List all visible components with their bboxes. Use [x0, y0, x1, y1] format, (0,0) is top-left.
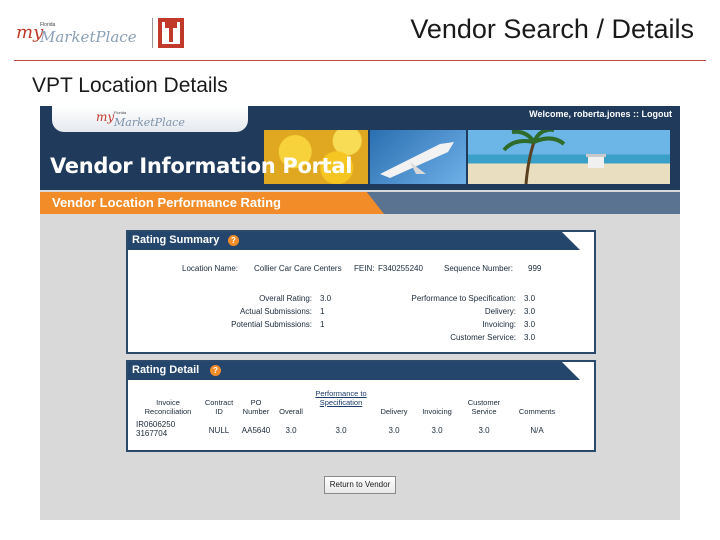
potential-submissions-value: 1 [320, 320, 325, 329]
slide-title: Vendor Search / Details [410, 14, 694, 44]
sequence-number-value: 999 [528, 264, 542, 273]
portal-title: Vendor Information Portal [50, 154, 353, 178]
cell-invoicing: 3.0 [431, 426, 443, 435]
title-divider [14, 60, 706, 61]
customer-service-label: Customer Service: [450, 333, 516, 342]
column-header-overall: Overall [279, 407, 303, 416]
section-header-title: Vendor Location Performance Rating [52, 195, 281, 210]
invoicing-label: Invoicing: [482, 320, 516, 329]
overall-rating-value: 3.0 [320, 294, 332, 303]
portal-logo: my Florida MarketPlace [52, 106, 248, 132]
performance-label: Performance to Specification: [411, 294, 517, 303]
sequence-number-label: Sequence Number: [444, 264, 513, 273]
location-name-label: Location Name: [182, 264, 239, 273]
delivery-value: 3.0 [524, 307, 536, 316]
cell-contract: NULL [208, 426, 230, 435]
cell-performance: 3.0 [335, 426, 347, 435]
column-header-delivery: Delivery [380, 407, 408, 416]
logo-marketplace-text: MarketPlace [39, 28, 137, 46]
potential-submissions-label: Potential Submissions: [231, 320, 312, 329]
space-shuttle-photo [370, 130, 466, 184]
fein-label: FEIN: [354, 264, 375, 273]
column-header-contract: Contract ID [204, 398, 234, 416]
cell-invoice: IR0606250 3167704 [136, 420, 176, 438]
customer-service-value: 3.0 [524, 333, 536, 342]
column-header-customer-service: Customer Service [467, 398, 501, 416]
help-icon[interactable]: ? [228, 235, 239, 246]
cell-customer-service: 3.0 [478, 426, 490, 435]
column-header-invoice: Invoice Reconciliation [144, 398, 192, 416]
cell-po: AA5640 [241, 426, 271, 435]
myfloridamarketplace-logo: my Florida MarketPlace [14, 14, 190, 54]
rating-detail-title: Rating Detail [132, 364, 200, 376]
welcome-logout-link[interactable]: Welcome, roberta.jones :: Logout [529, 109, 672, 119]
actual-submissions-label: Actual Submissions: [239, 307, 312, 316]
section-header-tab: Vendor Location Performance Rating [40, 192, 384, 214]
cell-delivery: 3.0 [388, 426, 400, 435]
help-icon[interactable]: ? [210, 365, 221, 376]
portal-logo-my-text: my [96, 110, 114, 124]
column-header-comments: Comments [518, 407, 556, 416]
rating-detail-header: Rating Detail ? [128, 362, 594, 380]
rating-detail-panel: Rating Detail ? Invoice Reconciliation C… [126, 360, 596, 452]
column-header-invoicing: Invoicing [422, 407, 452, 416]
cell-comments: N/A [530, 426, 544, 435]
cell-overall: 3.0 [285, 426, 297, 435]
rating-summary-title: Rating Summary [132, 234, 220, 246]
performance-value: 3.0 [524, 294, 536, 303]
portal-banner: my Florida MarketPlace Welcome, roberta.… [40, 106, 680, 190]
portal-logo-florida-text: Florida [114, 110, 127, 115]
overall-rating-label: Overall Rating: [259, 294, 312, 303]
rating-summary-panel: Rating Summary ? Location Name: Collier … [126, 230, 596, 354]
invoicing-value: 3.0 [524, 320, 536, 329]
portal-screenshot: my Florida MarketPlace Welcome, roberta.… [40, 106, 680, 520]
column-header-po: PO Number [242, 398, 270, 416]
portal-logo-marketplace-text: MarketPlace [113, 116, 185, 129]
section-header-bar: Vendor Location Performance Rating [40, 192, 680, 214]
rating-summary-header: Rating Summary ? [128, 232, 594, 250]
actual-submissions-value: 1 [320, 307, 325, 316]
delivery-label: Delivery: [484, 307, 516, 316]
fein-value: F340255240 [378, 264, 423, 273]
slide-subtitle: VPT Location Details [32, 74, 228, 97]
return-to-vendor-button[interactable]: Return to Vendor [324, 476, 396, 494]
university-u-icon [158, 18, 184, 48]
location-name-value: Collier Car Care Centers [254, 264, 342, 273]
column-header-performance[interactable]: Performance to Specification [312, 389, 370, 407]
beach-photo [468, 127, 670, 185]
